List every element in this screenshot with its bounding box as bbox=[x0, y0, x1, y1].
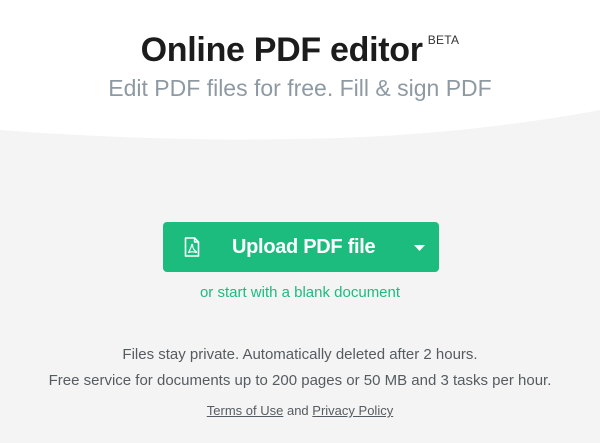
caret-down-icon bbox=[413, 238, 425, 256]
footer-conjunction: and bbox=[286, 403, 309, 418]
blank-document-row: or start with a blank document bbox=[0, 284, 600, 301]
page-title: Online PDF editor BETA bbox=[0, 30, 600, 77]
privacy-policy-link[interactable]: Privacy Policy bbox=[312, 403, 393, 418]
upload-button-group: Upload PDF file bbox=[163, 222, 439, 272]
upload-pdf-button[interactable]: Upload PDF file bbox=[163, 222, 399, 272]
upload-options-dropdown[interactable] bbox=[399, 222, 439, 272]
page-subtitle: Edit PDF files for free. Fill & sign PDF bbox=[108, 75, 492, 101]
limits-note: Free service for documents up to 200 pag… bbox=[48, 372, 552, 389]
privacy-note: Files stay private. Automatically delete… bbox=[122, 346, 478, 363]
page-title-text: Online PDF editor bbox=[140, 31, 423, 69]
footer-links: Terms of Use and Privacy Policy bbox=[0, 403, 600, 418]
pdf-file-icon bbox=[184, 236, 200, 258]
blank-document-link[interactable]: or start with a blank document bbox=[200, 284, 400, 301]
beta-badge: BETA bbox=[427, 33, 460, 47]
upload-pdf-label: Upload PDF file bbox=[232, 235, 376, 258]
main-content: Online PDF editor BETA Edit PDF files for… bbox=[0, 0, 600, 443]
terms-of-use-link[interactable]: Terms of Use bbox=[207, 403, 284, 418]
